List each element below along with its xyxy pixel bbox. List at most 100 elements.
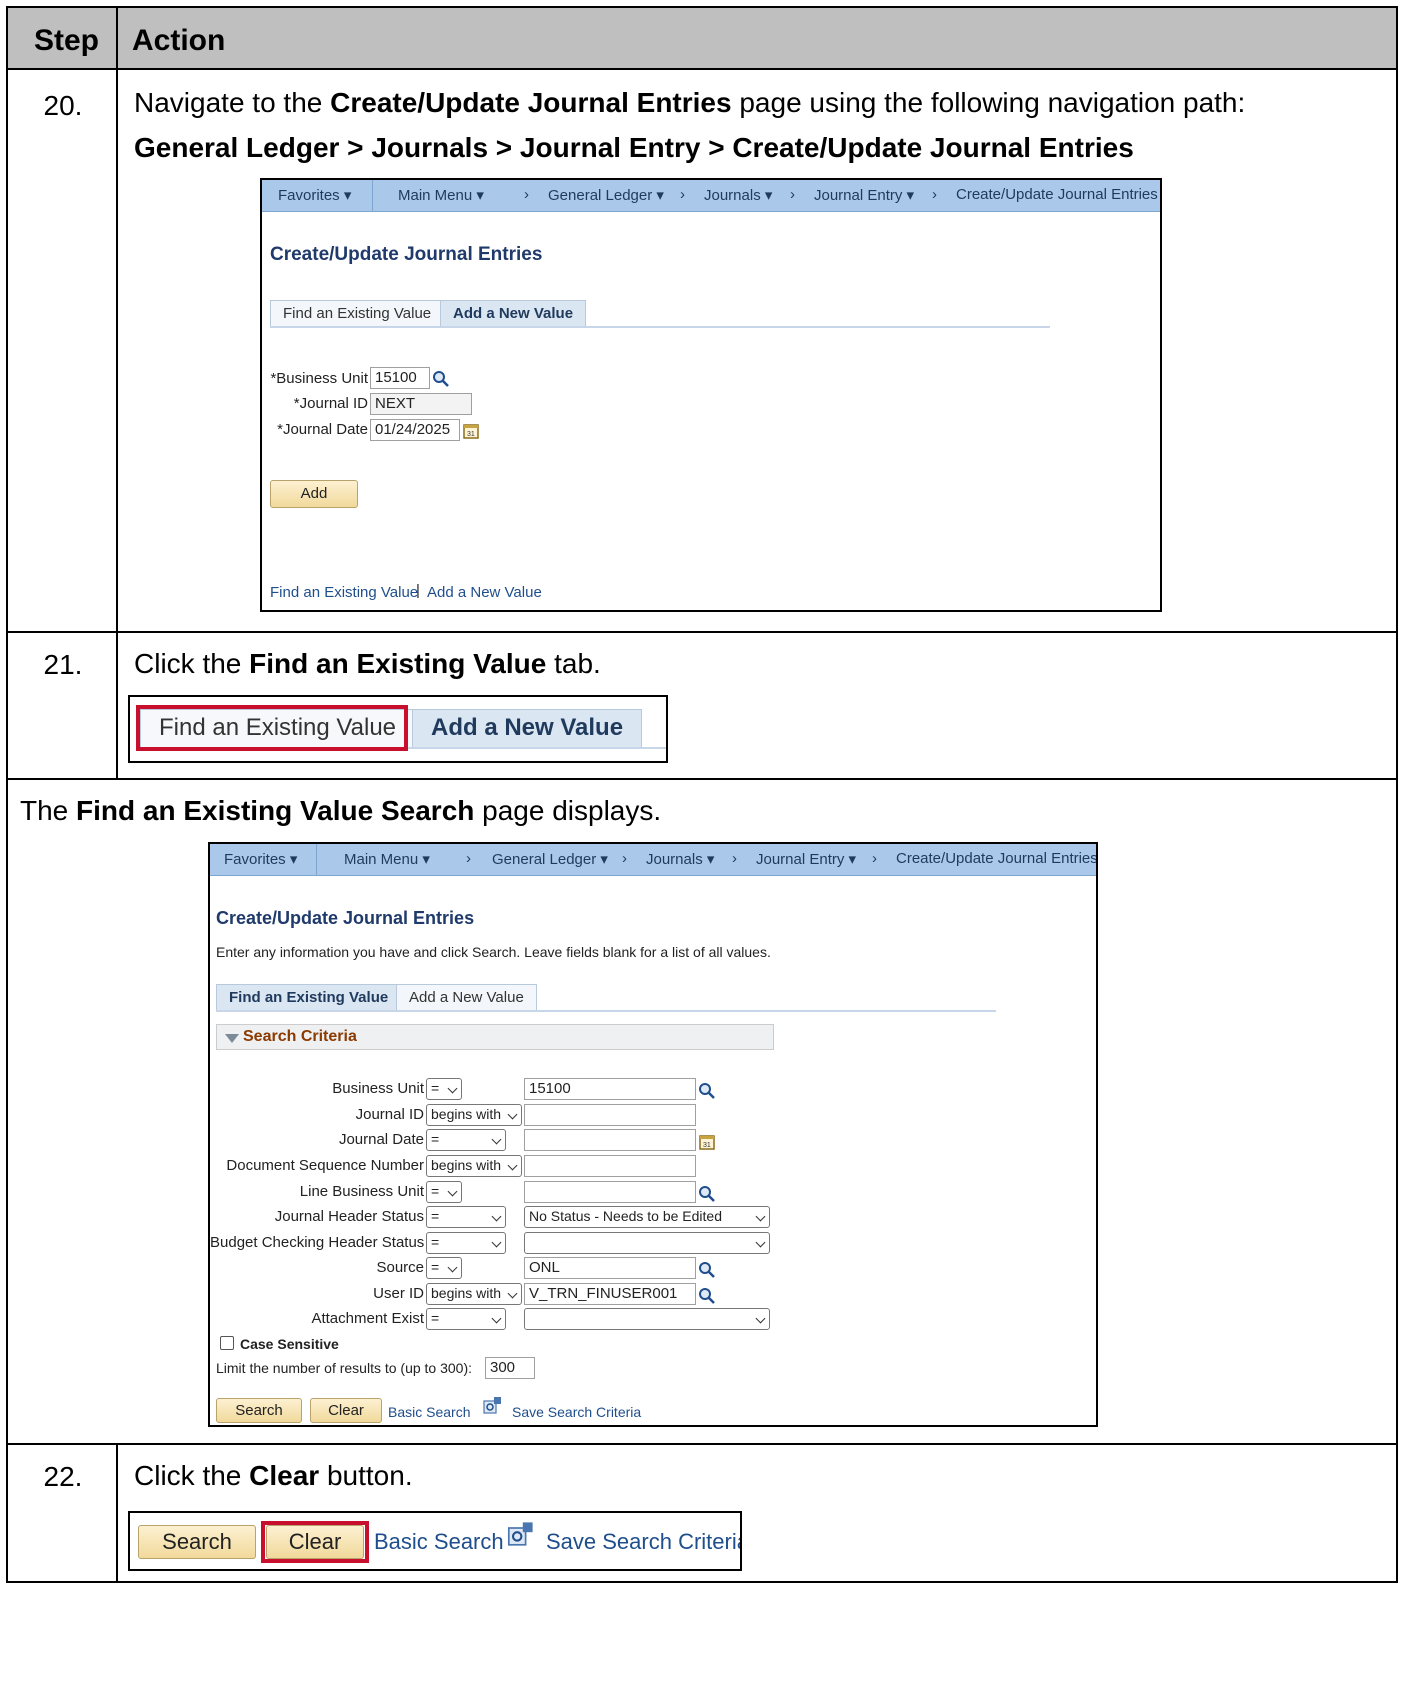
nav-main-menu[interactable]: Main Menu ▾: [398, 186, 484, 204]
lookup-icon[interactable]: [698, 1082, 716, 1100]
nav-separator: ›: [790, 186, 795, 203]
action-cell: Click the Find an Existing Value tab. Fi…: [120, 633, 1396, 778]
criteria-value[interactable]: ONL: [524, 1257, 696, 1279]
nav-separator: ›: [466, 850, 471, 867]
nav-current-page[interactable]: Create/Update Journal Entries: [896, 850, 1096, 867]
lookup-icon[interactable]: [432, 370, 450, 388]
search-criteria-header[interactable]: Search Criteria: [216, 1024, 774, 1050]
basic-search-link[interactable]: Basic Search: [388, 1404, 470, 1420]
journal-date-label: *Journal Date: [277, 421, 368, 438]
basic-search-link[interactable]: Basic Search: [374, 1529, 504, 1555]
journal-date-field[interactable]: 01/24/2025: [370, 419, 460, 441]
criteria-value-select[interactable]: [524, 1308, 770, 1330]
save-search-link[interactable]: Save Search Criteria: [546, 1529, 740, 1555]
criteria-value[interactable]: [524, 1155, 696, 1177]
criteria-operator[interactable]: =: [426, 1206, 506, 1228]
criteria-operator[interactable]: =: [426, 1078, 462, 1100]
action-header-cell: Action: [120, 8, 1396, 68]
nav-label: Favorites: [278, 187, 340, 204]
search-button[interactable]: Search: [138, 1525, 256, 1559]
criteria-label: Journal Date: [338, 1131, 424, 1148]
criteria-value[interactable]: 15100: [524, 1078, 696, 1100]
action-cell: Navigate to the Create/Update Journal En…: [120, 70, 1396, 631]
nav-journal-entry[interactable]: Journal Entry ▾: [756, 850, 856, 868]
nav-main-menu[interactable]: Main Menu ▾: [344, 850, 430, 868]
criteria-operator[interactable]: begins with: [426, 1283, 522, 1305]
tab-find-existing[interactable]: Find an Existing Value: [270, 300, 445, 328]
criteria-label: Budget Checking Header Status: [210, 1234, 425, 1251]
criteria-value-select[interactable]: No Status - Needs to be Edited: [524, 1206, 770, 1228]
criteria-title: Search Criteria: [243, 1028, 357, 1045]
nav-divider: [316, 844, 317, 876]
instruction-text: button.: [319, 1460, 413, 1491]
nav-separator: ›: [622, 850, 627, 867]
nav-general-ledger[interactable]: General Ledger ▾: [548, 186, 664, 204]
tab-add-new[interactable]: Add a New Value: [396, 984, 537, 1012]
tab-label: Add a New Value: [409, 989, 524, 1006]
save-search-icon[interactable]: [482, 1396, 502, 1416]
calendar-icon[interactable]: 31: [462, 422, 480, 440]
tab-find-existing[interactable]: Find an Existing Value: [216, 984, 402, 1012]
nav-bar: Favorites ▾ Main Menu ▾ › General Ledger…: [210, 844, 1096, 876]
table-header-row: Step Action: [8, 8, 1396, 70]
lookup-icon[interactable]: [698, 1287, 716, 1305]
case-sensitive-checkbox[interactable]: [220, 1336, 234, 1350]
journal-id-field[interactable]: NEXT: [370, 393, 472, 415]
search-button[interactable]: Search: [216, 1398, 302, 1423]
criteria-value-select[interactable]: [524, 1232, 770, 1254]
criteria-operator[interactable]: begins with: [426, 1155, 522, 1177]
instruction-bold: Create/Update Journal Entries: [330, 87, 732, 118]
step-number: 20.: [43, 90, 83, 121]
criteria-value[interactable]: [524, 1129, 696, 1151]
save-search-link[interactable]: Save Search Criteria: [512, 1404, 641, 1420]
note-text: The Find an Existing Value Search page d…: [20, 794, 661, 828]
criteria-value[interactable]: [524, 1104, 696, 1126]
nav-current-page[interactable]: Create/Update Journal Entries: [956, 186, 1158, 203]
criteria-operator[interactable]: =: [426, 1129, 506, 1151]
nav-journals[interactable]: Journals ▾: [646, 850, 714, 868]
add-button[interactable]: Add: [270, 480, 358, 508]
add-new-link[interactable]: Add a New Value: [427, 584, 542, 601]
svg-text:31: 31: [467, 431, 475, 438]
nav-label: Journal Entry: [814, 187, 903, 204]
clear-button[interactable]: Clear: [310, 1398, 382, 1423]
criteria-operator[interactable]: =: [426, 1308, 506, 1330]
lookup-icon[interactable]: [698, 1261, 716, 1279]
nav-label: Main Menu: [398, 187, 473, 204]
nav-favorites[interactable]: Favorites ▾: [224, 850, 297, 868]
business-unit-label: *Business Unit: [270, 370, 368, 387]
action-cell: Click the Clear button. Search Clear Bas…: [120, 1445, 1396, 1581]
criteria-operator[interactable]: =: [426, 1257, 462, 1279]
step-21-row: 21. Click the Find an Existing Value tab…: [8, 633, 1396, 780]
nav-general-ledger[interactable]: General Ledger ▾: [492, 850, 608, 868]
instruction-text: Click the: [134, 648, 250, 679]
criteria-label: Document Sequence Number: [226, 1157, 424, 1174]
nav-journal-entry[interactable]: Journal Entry ▾: [814, 186, 914, 204]
business-unit-field[interactable]: 15100: [370, 367, 430, 389]
criteria-value[interactable]: [524, 1181, 696, 1203]
tab-underline: [216, 1010, 996, 1012]
criteria-operator[interactable]: begins with: [426, 1104, 522, 1126]
criteria-value[interactable]: V_TRN_FINUSER001: [524, 1283, 696, 1305]
criteria-operator[interactable]: =: [426, 1181, 462, 1203]
criteria-label: Line Business Unit: [299, 1183, 424, 1200]
tab-label: Find an Existing Value: [283, 305, 432, 322]
highlight-box: [261, 1521, 369, 1563]
note-plain: The: [20, 795, 77, 826]
criteria-operator[interactable]: =: [426, 1232, 506, 1254]
tab-label: Add a New Value: [453, 305, 574, 322]
tab-add-new[interactable]: Add a New Value: [440, 300, 587, 328]
instruction-table: Step Action 20. Navigate to the Create/U…: [6, 6, 1398, 1583]
tab-add-new[interactable]: Add a New Value: [412, 709, 643, 749]
nav-divider: [372, 180, 373, 212]
step-header-cell: Step: [8, 8, 118, 68]
nav-journals[interactable]: Journals ▾: [704, 186, 772, 204]
limit-field[interactable]: 300: [485, 1357, 535, 1379]
link-separator: |: [416, 582, 420, 599]
lookup-icon[interactable]: [698, 1185, 716, 1203]
step-number: 22.: [43, 1461, 83, 1492]
save-search-icon[interactable]: [506, 1521, 534, 1549]
nav-favorites[interactable]: Favorites ▾: [278, 186, 351, 204]
calendar-icon[interactable]: 31: [698, 1133, 716, 1151]
find-existing-link[interactable]: Find an Existing Value: [270, 584, 418, 601]
